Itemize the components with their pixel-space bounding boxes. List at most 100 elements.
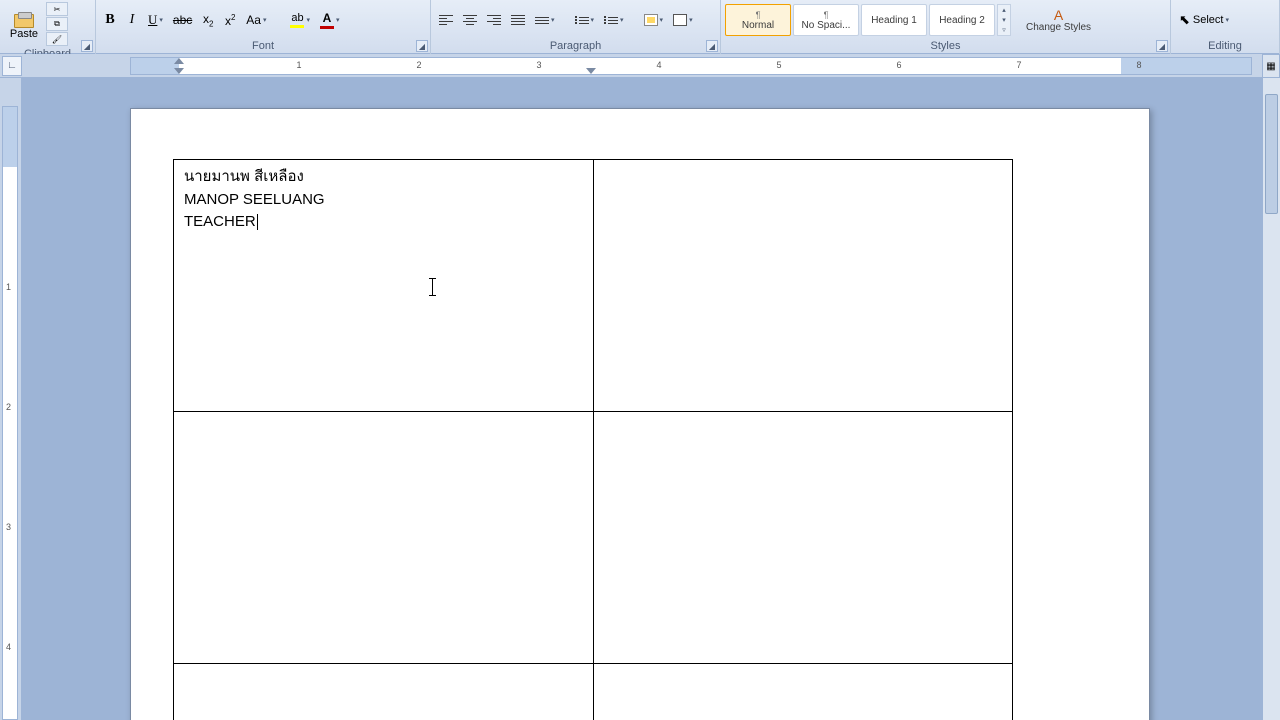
style-gallery: ¶ Normal ¶ No Spaci... Heading 1 Heading… (725, 3, 1011, 37)
cursor-icon: ⬉ (1179, 12, 1190, 28)
shading-button[interactable]: ▾ (640, 9, 668, 31)
change-case-button[interactable]: Aa▾ (242, 9, 270, 31)
scroll-thumb[interactable] (1265, 94, 1278, 214)
subscript-button[interactable]: x2 (198, 9, 218, 31)
paste-button[interactable]: Paste (4, 7, 44, 41)
cell-text-line: MANOP SEELUANG (184, 189, 583, 212)
editing-group: ⬉ Select ▾ Editing (1171, 0, 1280, 54)
align-left-button[interactable] (435, 9, 457, 31)
cut-button[interactable]: ✂ (46, 2, 68, 16)
borders-button[interactable]: ▾ (669, 9, 697, 31)
font-dialog-launcher[interactable]: ◢ (416, 40, 428, 52)
right-indent-marker[interactable] (586, 68, 596, 74)
table-cell[interactable]: นายมานพ สีเหลือง MANOP SEELUANG TEACHER (174, 160, 594, 412)
vruler-tick: 2 (6, 402, 11, 412)
line-spacing-button[interactable]: ▾ (531, 9, 559, 31)
ruler-tick: 6 (896, 60, 901, 70)
paragraph-group: ▾ ▾ ▾ ▾ ▾ Paragraph ◢ (431, 0, 721, 54)
bold-button[interactable]: B (100, 9, 120, 31)
table-cell[interactable] (593, 412, 1012, 664)
cell-text-line: TEACHER (184, 211, 583, 234)
bullets-icon (575, 17, 589, 24)
highlight-icon: ab (291, 12, 303, 24)
highlight-button[interactable]: ab ▾ (286, 9, 314, 31)
styles-dialog-launcher[interactable]: ◢ (1156, 40, 1168, 52)
bullets-button[interactable]: ▾ (571, 9, 599, 31)
style-no-spacing[interactable]: ¶ No Spaci... (793, 4, 859, 36)
change-styles-icon: A (1054, 7, 1063, 23)
vertical-ruler[interactable]: 1 2 3 4 (0, 78, 22, 720)
italic-icon: I (130, 12, 135, 28)
page: นายมานพ สีเหลือง MANOP SEELUANG TEACHER (130, 108, 1150, 720)
hanging-indent-marker[interactable] (174, 68, 184, 74)
vruler-tick: 4 (6, 642, 11, 652)
style-heading-1[interactable]: Heading 1 (861, 4, 927, 36)
table-cell[interactable] (174, 664, 594, 720)
change-styles-label: Change Styles (1026, 23, 1091, 33)
format-painter-button[interactable]: 🖌 (46, 32, 68, 46)
table-cell[interactable] (593, 664, 1012, 720)
italic-button[interactable]: I (122, 9, 142, 31)
align-center-button[interactable] (459, 9, 481, 31)
ribbon: Paste ✂ ⧉ 🖌 Clipboard ◢ B I U▾ abc x2 x2… (0, 0, 1280, 54)
copy-button[interactable]: ⧉ (46, 17, 68, 31)
align-justify-button[interactable] (507, 9, 529, 31)
underline-icon: U (148, 12, 157, 28)
clipboard-group: Paste ✂ ⧉ 🖌 Clipboard ◢ (0, 0, 96, 54)
ruler-tick: 8 (1136, 60, 1141, 70)
ruler-tick: 2 (416, 60, 421, 70)
editing-group-label: Editing (1175, 38, 1275, 54)
bold-icon: B (105, 12, 114, 28)
vruler-tick: 1 (6, 282, 11, 292)
subscript-icon: x2 (203, 12, 213, 28)
align-right-icon (487, 15, 501, 25)
ruler-toggle-button[interactable]: ▦ (1262, 54, 1280, 78)
style-name: Normal (742, 20, 774, 31)
select-label: Select (1193, 14, 1224, 26)
ruler-tick: 5 (776, 60, 781, 70)
font-color-button[interactable]: A ▾ (316, 9, 344, 31)
line-spacing-icon (535, 17, 549, 24)
table-cell[interactable] (174, 412, 594, 664)
clipboard-dialog-launcher[interactable]: ◢ (81, 40, 93, 52)
strike-button[interactable]: abc (169, 9, 196, 31)
ruler-tick: 7 (1016, 60, 1021, 70)
select-button[interactable]: ⬉ Select ▾ (1175, 9, 1233, 31)
superscript-icon: x2 (225, 13, 235, 28)
align-right-button[interactable] (483, 9, 505, 31)
document-area[interactable]: นายมานพ สีเหลือง MANOP SEELUANG TEACHER (22, 78, 1262, 720)
paste-icon (14, 14, 34, 28)
numbering-icon (604, 17, 618, 24)
pilcrow-icon: ¶ (824, 10, 829, 20)
highlight-swatch (290, 25, 304, 28)
shading-icon (644, 14, 658, 26)
vruler-tick: 3 (6, 522, 11, 532)
fontcolor-swatch (320, 26, 334, 29)
horizontal-ruler[interactable]: 1 2 3 4 5 6 7 8 (130, 57, 1252, 75)
styles-group-label: Styles (725, 38, 1166, 54)
superscript-button[interactable]: x2 (220, 9, 240, 31)
ruler-tick: 1 (296, 60, 301, 70)
table-cell[interactable] (593, 160, 1012, 412)
change-styles-button[interactable]: A Change Styles (1019, 3, 1098, 37)
borders-icon (673, 14, 687, 26)
vertical-scrollbar[interactable]: ▲ (1262, 54, 1280, 720)
style-gallery-more[interactable]: ▴▾▿ (997, 4, 1011, 36)
style-name: No Spaci... (802, 20, 851, 31)
font-group: B I U▾ abc x2 x2 Aa▾ ab ▾ A (96, 0, 431, 54)
paragraph-group-label: Paragraph (435, 38, 716, 54)
numbering-button[interactable]: ▾ (600, 9, 628, 31)
style-normal[interactable]: ¶ Normal (725, 4, 791, 36)
fontcolor-icon: A (323, 11, 332, 25)
tab-selector[interactable]: ∟ (2, 56, 22, 76)
style-heading-2[interactable]: Heading 2 (929, 4, 995, 36)
paragraph-dialog-launcher[interactable]: ◢ (706, 40, 718, 52)
workspace: 1 2 3 4 นายมานพ สีเหลือง MANOP SEELUANG … (0, 78, 1262, 720)
first-line-indent-marker[interactable] (174, 58, 184, 64)
align-center-icon (463, 15, 477, 25)
ribbon-groups: Paste ✂ ⧉ 🖌 Clipboard ◢ B I U▾ abc x2 x2… (0, 0, 1280, 54)
cell-text-line: นายมานพ สีเหลือง (184, 166, 583, 189)
document-table[interactable]: นายมานพ สีเหลือง MANOP SEELUANG TEACHER (173, 159, 1013, 720)
underline-button[interactable]: U▾ (144, 9, 167, 31)
strike-icon: abc (173, 13, 192, 27)
